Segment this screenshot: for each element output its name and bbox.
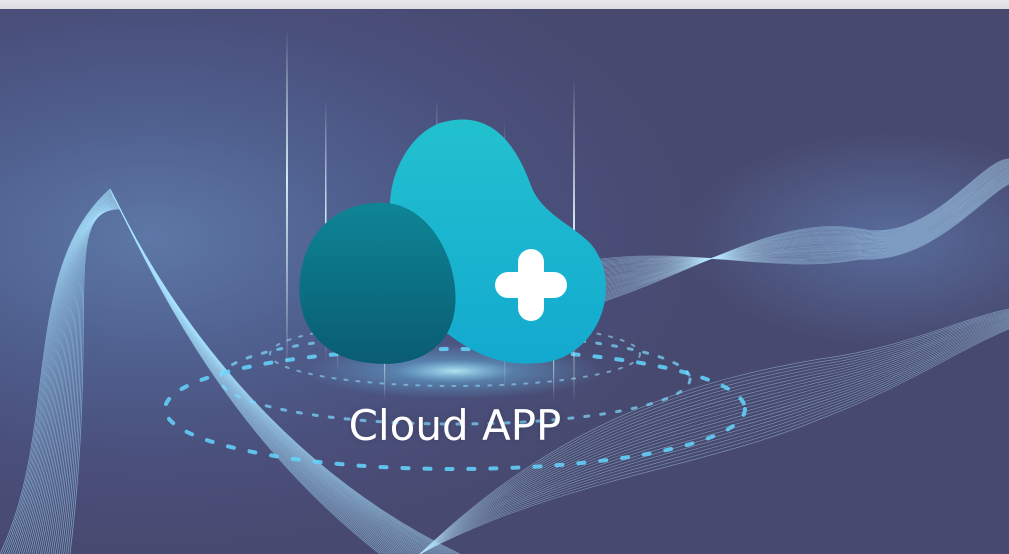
app-title: Cloud APP xyxy=(348,401,562,450)
cloud-plus-icon xyxy=(299,119,606,364)
splash-screen: Cloud APP xyxy=(0,9,1009,554)
splash-window: Cloud APP xyxy=(0,0,1009,554)
